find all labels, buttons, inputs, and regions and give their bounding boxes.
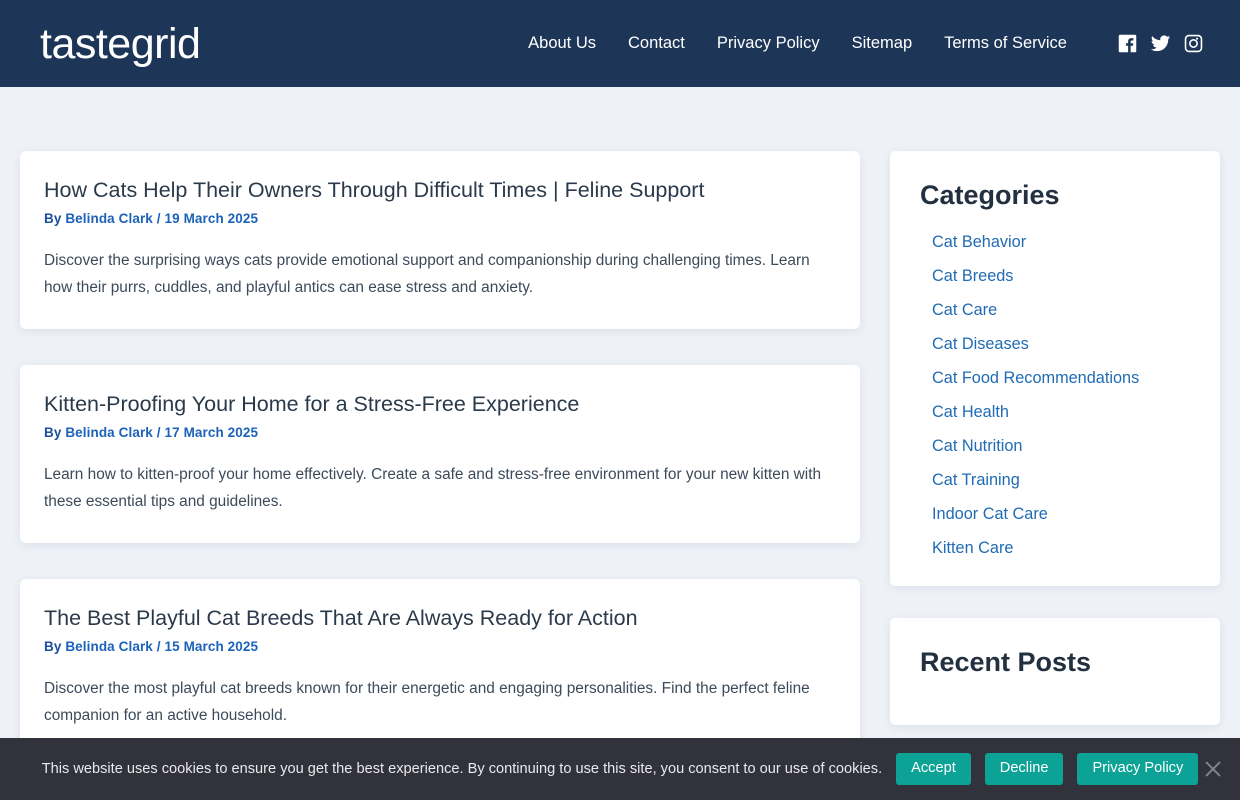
categories-title: Categories: [920, 180, 1060, 210]
site-header: tastegrid About Us Contact Privacy Polic…: [0, 0, 1240, 87]
post-meta-separator: /: [156, 639, 161, 655]
sidebar-item-cat-care[interactable]: Cat Care: [932, 301, 997, 319]
accept-button[interactable]: Accept: [896, 753, 971, 785]
nav-item-terms-of-service[interactable]: Terms of Service: [928, 26, 1083, 61]
page-content: How Cats Help Their Owners Through Diffi…: [0, 87, 1240, 794]
list-item: Cat Behavior: [932, 233, 1190, 252]
sidebar-item-cat-health[interactable]: Cat Health: [932, 403, 1009, 421]
cookie-message: This website uses cookies to ensure you …: [41, 761, 883, 777]
nav-item-privacy-policy[interactable]: Privacy Policy: [701, 26, 836, 61]
post-excerpt: Discover the most playful cat breeds kno…: [44, 680, 810, 725]
list-item: Cat Food Recommendations: [932, 369, 1190, 388]
nav-item-contact[interactable]: Contact: [612, 26, 701, 61]
list-item: Indoor Cat Care: [932, 505, 1190, 524]
instagram-icon[interactable]: [1183, 33, 1204, 54]
post-author-link[interactable]: Belinda Clark: [65, 425, 153, 440]
post-title[interactable]: Kitten-Proofing Your Home for a Stress-F…: [44, 391, 836, 419]
sidebar-item-cat-behavior[interactable]: Cat Behavior: [932, 233, 1026, 251]
facebook-icon[interactable]: [1117, 33, 1138, 54]
twitter-icon[interactable]: [1150, 33, 1171, 54]
post-by-label: By: [44, 210, 62, 226]
sidebar-item-cat-nutrition[interactable]: Cat Nutrition: [932, 437, 1023, 455]
post-excerpt: Learn how to kitten-proof your home effe…: [44, 466, 822, 510]
site-logo[interactable]: tastegrid: [40, 23, 201, 66]
article-card: The Best Playful Cat Breeds That Are Alw…: [20, 579, 860, 758]
list-item: Cat Nutrition: [932, 437, 1190, 456]
nav-item-sitemap[interactable]: Sitemap: [836, 26, 929, 61]
sidebar-item-indoor-cat-care[interactable]: Indoor Cat Care: [932, 505, 1048, 523]
post-author-link[interactable]: Belinda Clark: [65, 211, 153, 226]
cookie-consent-banner: This website uses cookies to ensure you …: [0, 738, 1240, 800]
article-card: Kitten-Proofing Your Home for a Stress-F…: [20, 365, 860, 544]
post-date: 17 March 2025: [164, 425, 259, 441]
categories-widget: Categories Cat Behavior Cat Breeds Cat C…: [890, 151, 1220, 586]
sidebar-item-kitten-care[interactable]: Kitten Care: [932, 539, 1013, 557]
post-meta: By Belinda Clark / 15 March 2025: [44, 639, 836, 654]
social-links: [1117, 33, 1204, 54]
post-title[interactable]: The Best Playful Cat Breeds That Are Alw…: [44, 605, 836, 633]
decline-button[interactable]: Decline: [984, 753, 1064, 785]
recent-posts-widget: Recent Posts: [890, 617, 1220, 726]
sidebar: Categories Cat Behavior Cat Breeds Cat C…: [890, 151, 1220, 757]
post-title[interactable]: How Cats Help Their Owners Through Diffi…: [44, 177, 836, 205]
post-meta-separator: /: [156, 425, 161, 441]
sidebar-item-cat-training[interactable]: Cat Training: [932, 471, 1020, 489]
list-item: Cat Diseases: [932, 335, 1190, 354]
nav-item-about-us[interactable]: About Us: [512, 26, 612, 61]
post-meta: By Belinda Clark / 19 March 2025: [44, 211, 836, 226]
article-card: How Cats Help Their Owners Through Diffi…: [20, 151, 860, 330]
post-excerpt: Discover the surprising ways cats provid…: [44, 251, 810, 296]
recent-posts-title: Recent Posts: [920, 646, 1092, 677]
primary-navigation: About Us Contact Privacy Policy Sitemap …: [512, 26, 1208, 61]
article-list: How Cats Help Their Owners Through Diffi…: [20, 151, 860, 794]
list-item: Cat Breeds: [932, 267, 1190, 286]
post-date: 15 March 2025: [164, 639, 259, 655]
list-item: Cat Care: [932, 301, 1190, 320]
post-by-label: By: [44, 639, 62, 655]
list-item: Cat Training: [932, 471, 1190, 490]
privacy-policy-button[interactable]: Privacy Policy: [1077, 753, 1199, 785]
post-date: 19 March 2025: [164, 210, 259, 226]
sidebar-item-cat-food-recommendations[interactable]: Cat Food Recommendations: [932, 369, 1139, 387]
post-by-label: By: [44, 425, 62, 441]
post-meta-separator: /: [156, 210, 161, 226]
sidebar-item-cat-breeds[interactable]: Cat Breeds: [932, 267, 1013, 285]
categories-list: Cat Behavior Cat Breeds Cat Care Cat Dis…: [920, 233, 1190, 558]
list-item: Cat Health: [932, 403, 1190, 422]
sidebar-item-cat-diseases[interactable]: Cat Diseases: [932, 335, 1029, 353]
list-item: Kitten Care: [932, 539, 1190, 558]
post-meta: By Belinda Clark / 17 March 2025: [44, 425, 836, 440]
close-icon[interactable]: [1202, 758, 1224, 780]
post-author-link[interactable]: Belinda Clark: [65, 639, 153, 654]
